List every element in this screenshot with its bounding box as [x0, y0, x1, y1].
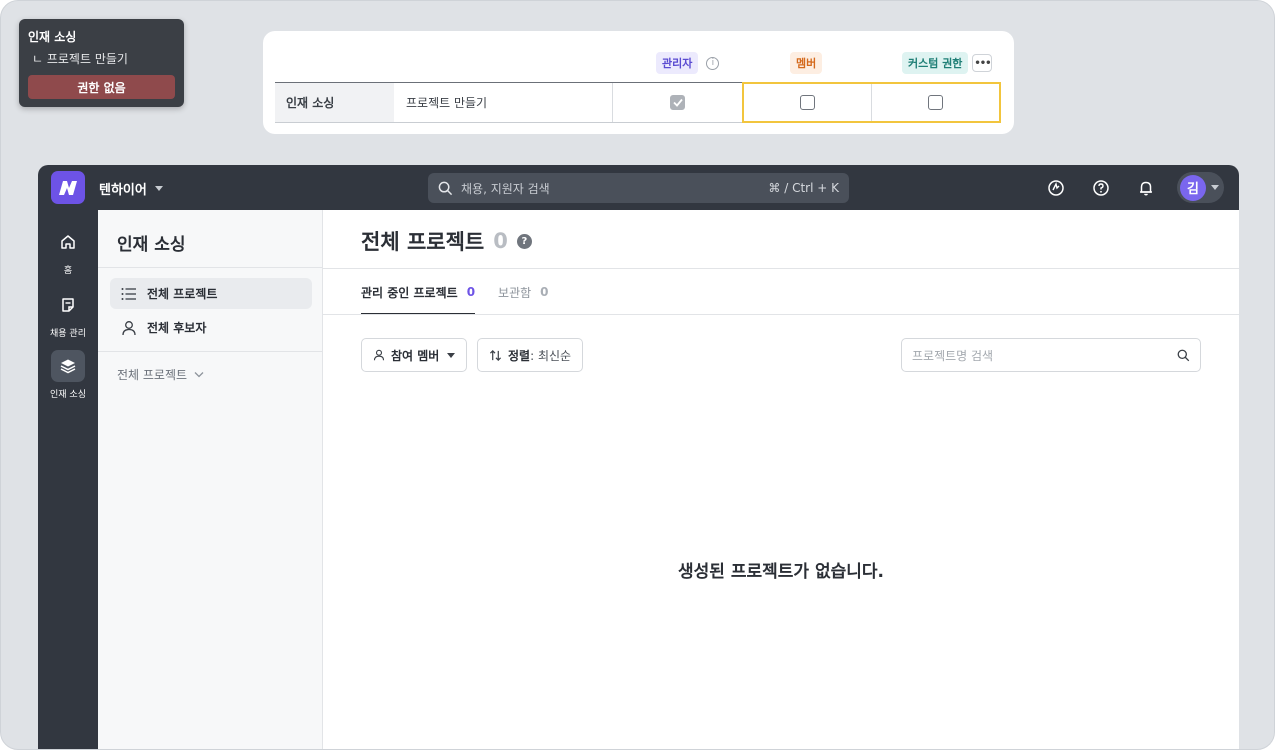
- main-content: 전체 프로젝트 0 ? 관리 중인 프로젝트 0 보관함 0 참여 멤버 정렬 …: [323, 210, 1239, 749]
- project-tabs: 관리 중인 프로젝트 0 보관함 0: [361, 269, 572, 315]
- divider: [98, 351, 323, 352]
- member-chip: 멤버: [790, 52, 823, 74]
- avatar: 김: [1180, 174, 1206, 201]
- person-icon: [122, 320, 136, 335]
- page-title: 전체 프로젝트 0 ?: [361, 226, 532, 256]
- chevron-down-icon: [1211, 185, 1219, 190]
- tab-managed-projects[interactable]: 관리 중인 프로젝트 0: [361, 269, 476, 315]
- subnav-item-label: 전체 프로젝트: [147, 287, 218, 301]
- permission-tooltip: 인재 소싱 ㄴ 프로젝트 만들기 권한 없음: [19, 19, 184, 107]
- sort-button[interactable]: 정렬 : 최신순: [477, 338, 584, 372]
- rail-label: 홈: [63, 266, 73, 276]
- app-logo[interactable]: [51, 171, 85, 204]
- user-menu[interactable]: 김: [1177, 172, 1224, 203]
- rail-label: 채용 관리: [50, 329, 86, 339]
- custom-checkbox[interactable]: [927, 95, 943, 110]
- member-checkbox[interactable]: [799, 95, 815, 110]
- tab-count: 0: [540, 285, 549, 299]
- layers-icon: [51, 350, 85, 382]
- tooltip-title: 인재 소싱: [28, 30, 77, 44]
- left-rail: 홈 채용 관리 인재 소싱: [38, 210, 98, 749]
- admin-chip: 관리자: [656, 52, 699, 74]
- app-window: 텐하이어 채용, 지원자 검색 ⌘ / Ctrl + K 김 홈 채용 관리 인…: [38, 165, 1239, 749]
- divider: [98, 267, 323, 268]
- empty-state-message: 생성된 프로젝트가 없습니다.: [678, 562, 884, 582]
- member-filter-button[interactable]: 참여 멤버: [361, 338, 468, 372]
- project-search-placeholder: 프로젝트명 검색: [912, 348, 994, 363]
- tooltip-subtitle: ㄴ 프로젝트 만들기: [32, 52, 128, 66]
- check-icon: [672, 98, 683, 107]
- chat-icon[interactable]: [1047, 179, 1065, 197]
- screenshot-canvas: 인재 소싱 ㄴ 프로젝트 만들기 권한 없음 관리자 i 멤버 커스텀 권한 •…: [0, 0, 1275, 750]
- subnav-item-label: 전체 후보자: [147, 321, 207, 335]
- highlight-box: [742, 82, 1001, 123]
- question-icon[interactable]: ?: [516, 233, 532, 249]
- search-shortcut: ⌘ / Ctrl + K: [768, 181, 839, 195]
- custom-header: 커스텀 권한 •••: [902, 52, 993, 74]
- no-permission-badge: 권한 없음: [28, 75, 175, 99]
- project-group-toggle[interactable]: 전체 프로젝트: [117, 366, 204, 383]
- project-search-input[interactable]: 프로젝트명 검색: [901, 338, 1201, 372]
- member-cell: [744, 84, 872, 121]
- admin-cell: [613, 83, 742, 122]
- divider: [323, 314, 1239, 315]
- workspace-name: 텐하이어: [99, 183, 147, 198]
- rail-item-sourcing[interactable]: 인재 소싱: [38, 350, 98, 400]
- sort-icon: [489, 349, 502, 361]
- tab-archive[interactable]: 보관함 0: [498, 269, 548, 315]
- group-label: 전체 프로젝트: [117, 368, 188, 382]
- custom-cell: [872, 84, 1000, 121]
- global-search[interactable]: 채용, 지원자 검색 ⌘ / Ctrl + K: [428, 173, 849, 203]
- member-filter-label: 참여 멤버: [391, 348, 440, 363]
- search-placeholder: 채용, 지원자 검색: [461, 181, 550, 196]
- permission-category: 인재 소싱: [275, 83, 394, 122]
- subnav-item-all-candidates[interactable]: 전체 후보자: [110, 312, 312, 343]
- chevron-down-icon: [447, 352, 456, 358]
- permission-table-card: 관리자 i 멤버 커스텀 권한 ••• 인재 소싱 프로젝트 만들기: [263, 31, 1014, 134]
- subnav-item-all-projects[interactable]: 전체 프로젝트: [110, 278, 312, 309]
- chevron-down-icon: [194, 372, 204, 378]
- tab-label: 보관함: [498, 285, 532, 300]
- more-options-button[interactable]: •••: [972, 54, 993, 72]
- permission-name: 프로젝트 만들기: [394, 83, 613, 122]
- home-icon: [51, 226, 85, 258]
- person-icon: [373, 349, 385, 361]
- topbar: 텐하이어 채용, 지원자 검색 ⌘ / Ctrl + K 김: [38, 165, 1239, 210]
- note-icon: [51, 289, 85, 321]
- rail-item-recruit[interactable]: 채용 관리: [38, 289, 98, 339]
- admin-header: 관리자 i: [656, 52, 720, 74]
- workspace-switcher[interactable]: 텐하이어: [99, 179, 163, 198]
- member-header: 멤버: [790, 52, 823, 74]
- admin-checkbox[interactable]: [670, 95, 685, 110]
- sub-navigation: 인재 소싱 전체 프로젝트 전체 후보자 전체 프로젝트: [98, 210, 323, 749]
- sort-label: 정렬: [508, 348, 531, 363]
- page-title-text: 전체 프로젝트: [361, 230, 485, 254]
- rail-label: 인재 소싱: [50, 390, 86, 400]
- sort-value: : 최신순: [530, 348, 572, 363]
- subnav-title: 인재 소싱: [117, 235, 186, 255]
- custom-chip: 커스텀 권한: [902, 52, 969, 74]
- tab-label: 관리 중인 프로젝트: [361, 285, 458, 300]
- search-icon[interactable]: [1177, 349, 1190, 362]
- list-icon: [121, 287, 136, 300]
- info-icon[interactable]: i: [706, 56, 720, 70]
- project-count: 0: [493, 229, 508, 253]
- tab-count: 0: [466, 285, 476, 299]
- logo-icon: [59, 180, 77, 195]
- help-icon[interactable]: [1092, 179, 1110, 197]
- permission-row: 인재 소싱 프로젝트 만들기: [275, 82, 1001, 123]
- bell-icon[interactable]: [1137, 179, 1155, 197]
- search-icon: [438, 181, 453, 195]
- rail-item-home[interactable]: 홈: [38, 226, 98, 276]
- chevron-down-icon: [154, 186, 163, 191]
